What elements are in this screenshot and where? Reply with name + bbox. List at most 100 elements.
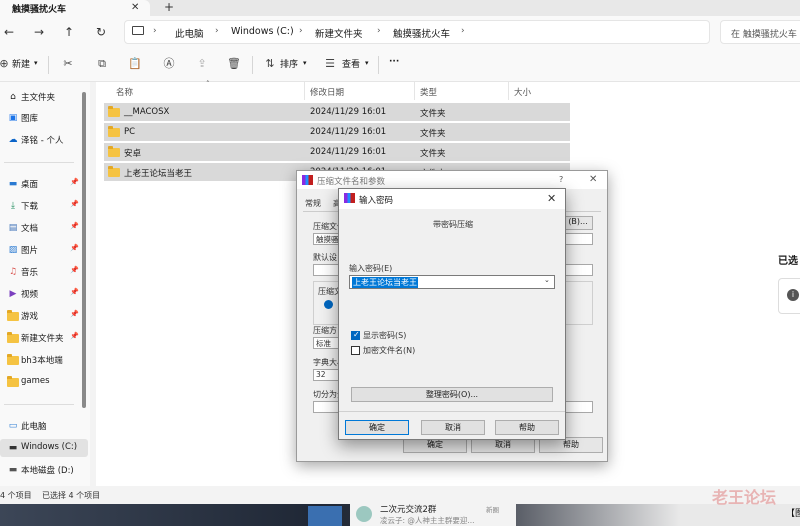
sort-button[interactable]: 排序 bbox=[280, 57, 298, 70]
new-button[interactable]: 新建 bbox=[12, 57, 30, 70]
breadcrumb-this-pc[interactable]: 此电脑 bbox=[175, 26, 204, 40]
browse-button[interactable]: (B)... bbox=[563, 216, 593, 230]
divider bbox=[414, 82, 415, 100]
show-password-checkbox[interactable] bbox=[351, 330, 360, 340]
show-password-label: 显示密码(S) bbox=[363, 331, 407, 340]
organize-passwords-button[interactable]: 整理密码(O)... bbox=[351, 387, 553, 402]
scrollbar[interactable] bbox=[82, 92, 86, 408]
cut-icon[interactable]: ✂ bbox=[60, 56, 76, 72]
table-row[interactable]: PC 2024/11/29 16:01 文件夹 bbox=[104, 123, 570, 141]
breadcrumb-current[interactable]: 触摸骚扰火车 bbox=[393, 26, 450, 40]
breadcrumb-folder[interactable]: 新建文件夹 bbox=[315, 26, 363, 40]
sidebar-item-music[interactable]: ♫ 音乐 📌 bbox=[0, 263, 88, 281]
close-icon[interactable]: ✕ bbox=[547, 192, 556, 205]
chat-snippet[interactable]: 二次元交流2群 凌云子: @人神主主群要迎... 新圈 bbox=[350, 504, 516, 526]
sort-up-icon: ˄ bbox=[206, 80, 210, 88]
share-icon[interactable]: ⇪ bbox=[194, 56, 210, 72]
sidebar-item-gallery[interactable]: ▣ 图库 bbox=[0, 109, 88, 127]
back-icon[interactable]: ← bbox=[0, 23, 18, 41]
view-icon[interactable]: ☰ bbox=[322, 56, 338, 72]
close-icon[interactable]: ✕ bbox=[589, 174, 597, 185]
new-tab-icon[interactable]: + bbox=[164, 0, 174, 14]
sidebar-item-downloads[interactable]: ⤓ 下载 📌 bbox=[0, 197, 88, 215]
folder-icon bbox=[7, 376, 19, 388]
file-name: PC bbox=[124, 127, 136, 137]
paste-icon[interactable]: 📋 bbox=[127, 56, 143, 72]
sidebar-item-label: games bbox=[21, 376, 50, 386]
sidebar-item-onedrive[interactable]: ☁ 泽铭 - 个人 bbox=[0, 131, 88, 149]
sidebar-item-pictures[interactable]: ▨ 图片 📌 bbox=[0, 241, 88, 259]
encrypt-names-checkbox[interactable] bbox=[351, 346, 360, 355]
rename-icon[interactable]: Ⓐ bbox=[161, 56, 177, 72]
folder-icon bbox=[7, 354, 19, 366]
help-question-icon[interactable]: ? bbox=[559, 175, 563, 184]
chat-title: 二次元交流2群 bbox=[380, 505, 437, 515]
drive-icon: ▬ bbox=[8, 465, 18, 475]
chevron-down-icon[interactable]: ⌄ bbox=[544, 276, 550, 284]
chevron-right-icon: › bbox=[215, 26, 219, 36]
sidebar-item-label: 泽铭 - 个人 bbox=[21, 136, 64, 146]
folder-icon bbox=[108, 146, 120, 157]
column-header-type[interactable]: 类型 bbox=[420, 86, 437, 98]
sidebar-item-videos[interactable]: ▶ 视频 📌 bbox=[0, 285, 88, 303]
close-tab-icon[interactable]: ✕ bbox=[131, 2, 139, 13]
folder-icon bbox=[108, 126, 120, 137]
pin-icon: 📌 bbox=[70, 244, 79, 252]
column-header-name[interactable]: 名称 bbox=[116, 86, 133, 98]
dialog-title: 压缩文件名和参数 bbox=[317, 177, 386, 187]
music-icon: ♫ bbox=[8, 267, 18, 277]
sort-icon[interactable]: ⇅ bbox=[262, 56, 278, 72]
column-header-size[interactable]: 大小 bbox=[514, 86, 531, 98]
table-row[interactable]: 安卓 2024/11/29 16:01 文件夹 bbox=[104, 143, 570, 161]
more-options-button[interactable]: ··· bbox=[389, 57, 399, 67]
sidebar-item-games[interactable]: 游戏 📌 bbox=[0, 307, 88, 325]
drive-icon: ▬ bbox=[8, 443, 18, 453]
sidebar-item-bh3[interactable]: bh3本地端 bbox=[0, 351, 88, 369]
breadcrumb-drive[interactable]: Windows (C:) bbox=[231, 26, 294, 37]
cancel-button[interactable]: 取消 bbox=[421, 420, 485, 435]
table-row[interactable]: __MACOSX 2024/11/29 16:01 文件夹 bbox=[104, 103, 570, 121]
sidebar-item-home[interactable]: ⌂ 主文件夹 bbox=[0, 88, 88, 106]
info-icon: i bbox=[787, 289, 799, 301]
sidebar-item-new-folder[interactable]: 新建文件夹 📌 bbox=[0, 329, 88, 347]
ok-button[interactable]: 确定 bbox=[345, 420, 409, 435]
folder-icon bbox=[7, 310, 19, 322]
delete-icon[interactable]: 🗑 bbox=[226, 56, 242, 72]
column-header-modified[interactable]: 修改日期 bbox=[310, 86, 344, 98]
password-input[interactable]: 上老王论坛当老王 ⌄ bbox=[349, 275, 555, 289]
forward-icon[interactable]: → bbox=[30, 23, 48, 41]
format-radio[interactable] bbox=[324, 300, 333, 309]
new-icon[interactable]: ⊕ bbox=[0, 56, 12, 72]
default-profile-label: 默认设 bbox=[313, 253, 337, 262]
tab-active[interactable]: 触摸骚扰火车 bbox=[0, 0, 150, 16]
sidebar-item-documents[interactable]: ▤ 文档 📌 bbox=[0, 219, 88, 237]
chat-preview: 凌云子: @人神主主群要迎... bbox=[380, 516, 475, 525]
up-icon[interactable]: ↑ bbox=[60, 23, 78, 41]
file-type: 文件夹 bbox=[420, 149, 446, 159]
sidebar-item-games-folder[interactable]: games bbox=[0, 373, 88, 391]
search-input[interactable]: 在 触摸骚扰火车 bbox=[720, 20, 800, 44]
sidebar-item-label: 文档 bbox=[21, 224, 39, 234]
chevron-down-icon: ▾ bbox=[365, 59, 369, 67]
method-value: 标准 bbox=[316, 339, 331, 348]
home-icon: ⌂ bbox=[10, 92, 16, 102]
sidebar-item-drive-c[interactable]: ▬ Windows (C:) bbox=[0, 439, 88, 457]
sidebar-item-desktop[interactable]: ▬ 桌面 📌 bbox=[0, 175, 88, 193]
sidebar-item-label: 桌面 bbox=[21, 180, 39, 190]
copy-icon[interactable]: ⧉ bbox=[94, 56, 110, 72]
chevron-right-icon: › bbox=[377, 26, 381, 36]
dialog-subtitle: 带密码压缩 bbox=[433, 220, 473, 229]
refresh-icon[interactable]: ↻ bbox=[92, 23, 110, 41]
sidebar-item-label: 游戏 bbox=[21, 312, 39, 322]
sidebar-item-drive-d[interactable]: ▬ 本地磁盘 (D:) bbox=[0, 461, 88, 479]
folder-icon bbox=[108, 166, 120, 177]
this-pc-icon: ▭ bbox=[8, 421, 18, 431]
address-bar[interactable]: › 此电脑 › Windows (C:) › 新建文件夹 › 触摸骚扰火车 › bbox=[124, 20, 710, 44]
cancel-label: 取消 bbox=[495, 440, 511, 449]
sidebar-item-this-pc[interactable]: ▭ 此电脑 bbox=[0, 417, 88, 435]
tab-general[interactable]: 常规 bbox=[305, 198, 321, 209]
help-button[interactable]: 帮助 bbox=[495, 420, 559, 435]
view-button[interactable]: 查看 bbox=[342, 57, 360, 70]
divider bbox=[252, 56, 253, 74]
pin-icon: 📌 bbox=[70, 266, 79, 274]
